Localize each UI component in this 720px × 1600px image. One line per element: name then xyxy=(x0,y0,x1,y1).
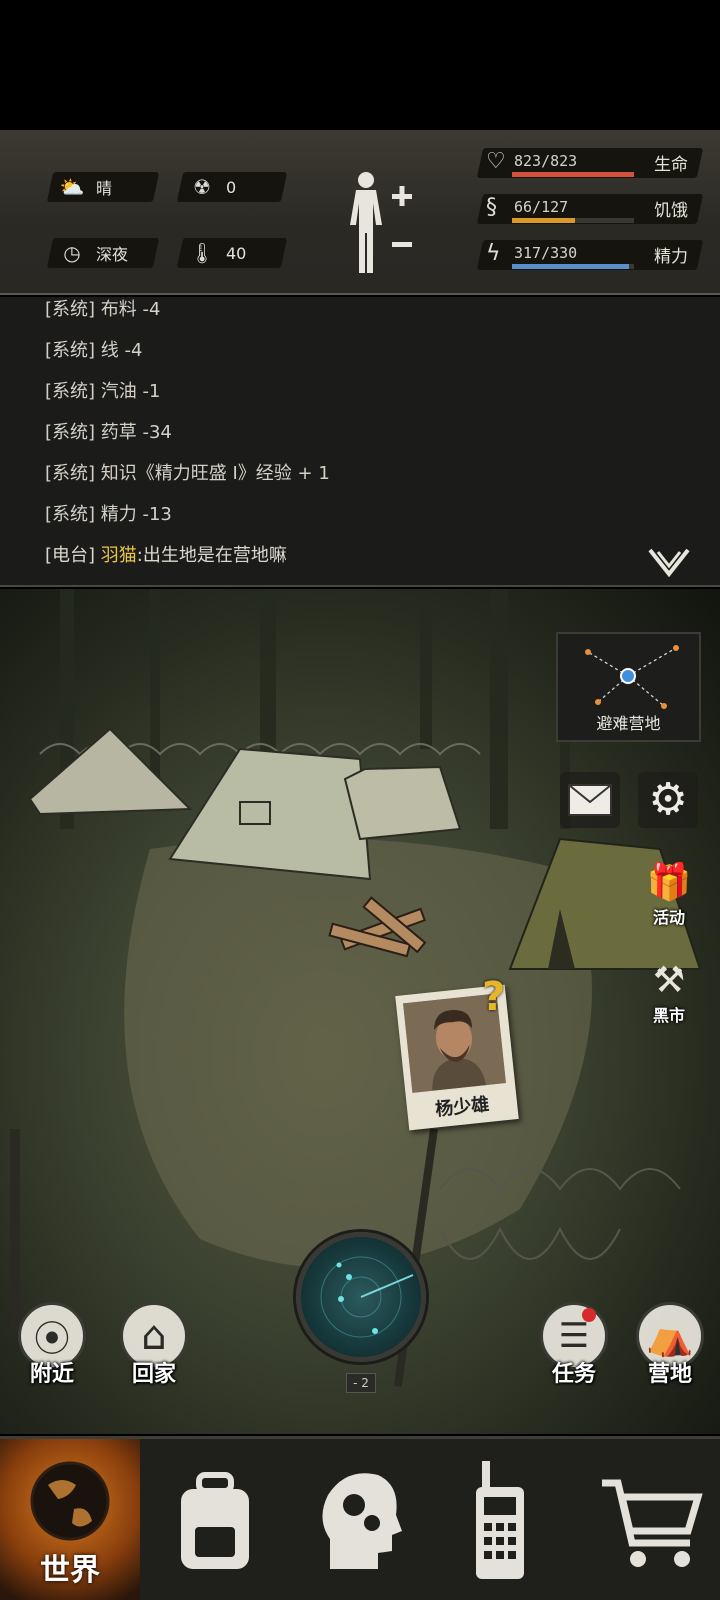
notification-dot xyxy=(582,1308,596,1322)
energy-stat: ϟ 317/330 精力 xyxy=(476,236,704,272)
temperature-value: 40 xyxy=(226,243,247,263)
radio-message: [电台] 羽猫:出生地是在营地嘛 xyxy=(45,545,287,566)
tasks-label: 任务 xyxy=(551,1362,596,1387)
bottom-navigation: 世界 xyxy=(0,1436,720,1600)
map-location-button[interactable]: 避难营地 xyxy=(556,632,701,742)
body-status-button[interactable] xyxy=(348,170,418,275)
radar-scanner[interactable] xyxy=(296,1232,426,1362)
map-nodes-icon xyxy=(585,645,679,709)
black-market-label: 黑市 xyxy=(652,1006,685,1025)
npc-name: 杨少雄 xyxy=(434,1093,491,1121)
energy-label: 精力 xyxy=(654,247,688,267)
message-log[interactable]: [系统] 布料 -4 [系统] 线 -4 [系统] 汽油 -1 [系统] 药草 … xyxy=(0,297,720,587)
log-line: [系统] 药草 -34 xyxy=(45,422,172,443)
time-label: 深夜 xyxy=(96,245,129,264)
nearby-button[interactable]: ⦿ 附近 xyxy=(16,1302,88,1388)
home-label: 回家 xyxy=(131,1362,176,1387)
gear-icon: ⚙ xyxy=(648,774,688,825)
backpack-icon xyxy=(181,1472,249,1569)
camp-label: 营地 xyxy=(647,1362,692,1387)
health-label: 生命 xyxy=(654,155,688,175)
envelope-icon xyxy=(568,784,612,816)
log-line: [系统] 布料 -4 xyxy=(45,299,161,320)
radar-level: - 2 xyxy=(346,1373,376,1393)
gift-icon: 🎁 xyxy=(646,862,692,903)
plus-icon xyxy=(392,186,412,206)
hunger-stat: § 66/127 饥饿 xyxy=(476,190,704,226)
head-gears-icon xyxy=(322,1473,402,1569)
mail-button[interactable] xyxy=(560,772,620,828)
map-location-label: 避难营地 xyxy=(596,714,661,733)
nav-skills[interactable] xyxy=(290,1439,430,1600)
speaker-name: 羽猫 xyxy=(95,545,137,566)
health-value: 823/823 xyxy=(514,152,578,170)
log-line: [系统] 汽油 -1 xyxy=(45,381,161,402)
stomach-icon: § xyxy=(486,195,497,220)
weather-indicator: ⛅ 晴 xyxy=(46,172,160,202)
hunger-value: 66/127 xyxy=(514,198,569,216)
energy-head-icon: ϟ xyxy=(486,241,501,266)
home-button[interactable]: ⌂ 回家 xyxy=(118,1302,190,1388)
scroll-icon: ☰ xyxy=(558,1316,590,1356)
location-pin-icon: ⦿ xyxy=(33,1319,70,1360)
nav-backpack[interactable] xyxy=(145,1439,285,1600)
radiation-icon: ☢ xyxy=(193,175,211,199)
expand-log-chevron-icon[interactable] xyxy=(648,548,690,578)
tent-icon: ⛺ xyxy=(646,1313,694,1358)
nav-world[interactable]: 世界 xyxy=(0,1439,140,1600)
house-icon: ⌂ xyxy=(141,1313,167,1359)
tasks-button[interactable]: ☰ 任务 xyxy=(538,1302,610,1388)
events-label: 活动 xyxy=(652,908,685,927)
quest-question-icon: ? xyxy=(482,974,506,1020)
health-bar xyxy=(512,172,634,177)
nav-shop[interactable] xyxy=(580,1439,720,1600)
settings-button[interactable]: ⚙ xyxy=(638,772,698,828)
camp-button[interactable]: ⛺ 营地 xyxy=(634,1302,706,1388)
auction-hammer-icon: ⚒ xyxy=(652,960,686,1001)
energy-value: 317/330 xyxy=(514,244,578,262)
log-line: [系统] 知识《精力旺盛 I》经验 + 1 xyxy=(45,463,330,484)
energy-bar xyxy=(512,264,634,269)
human-figure-icon xyxy=(350,172,382,273)
hunger-bar xyxy=(512,218,634,223)
radiation-indicator: ☢ 0 xyxy=(176,172,288,202)
radiation-value: 0 xyxy=(226,177,237,197)
temperature-indicator: 🌡 40 xyxy=(176,238,288,268)
events-button[interactable]: 🎁 活动 xyxy=(638,862,700,928)
nav-radio[interactable] xyxy=(430,1439,570,1600)
weather-label: 晴 xyxy=(96,179,113,198)
nav-world-label: 世界 xyxy=(40,1553,100,1588)
walkie-talkie-icon xyxy=(476,1461,524,1579)
nearby-label: 附近 xyxy=(29,1362,74,1387)
health-stat: ♡ 823/823 生命 xyxy=(476,144,704,180)
globe-icon xyxy=(30,1461,110,1541)
radar-sweep-icon xyxy=(320,1256,414,1338)
log-line: [系统] 线 -4 xyxy=(45,340,143,361)
minus-icon xyxy=(392,242,412,247)
black-market-button[interactable]: ⚒ 黑市 xyxy=(638,960,700,1026)
partly-cloudy-icon: ⛅ xyxy=(59,175,85,199)
thermometer-icon: 🌡 xyxy=(189,241,215,265)
heart-icon: ♡ xyxy=(486,149,506,174)
time-indicator: ◷ 深夜 xyxy=(46,238,160,268)
shopping-cart-icon xyxy=(602,1479,703,1567)
log-line: [系统] 精力 -13 xyxy=(45,504,172,525)
clock-icon: ◷ xyxy=(63,241,81,265)
hunger-label: 饥饿 xyxy=(654,201,688,221)
status-bar-area xyxy=(0,0,720,130)
